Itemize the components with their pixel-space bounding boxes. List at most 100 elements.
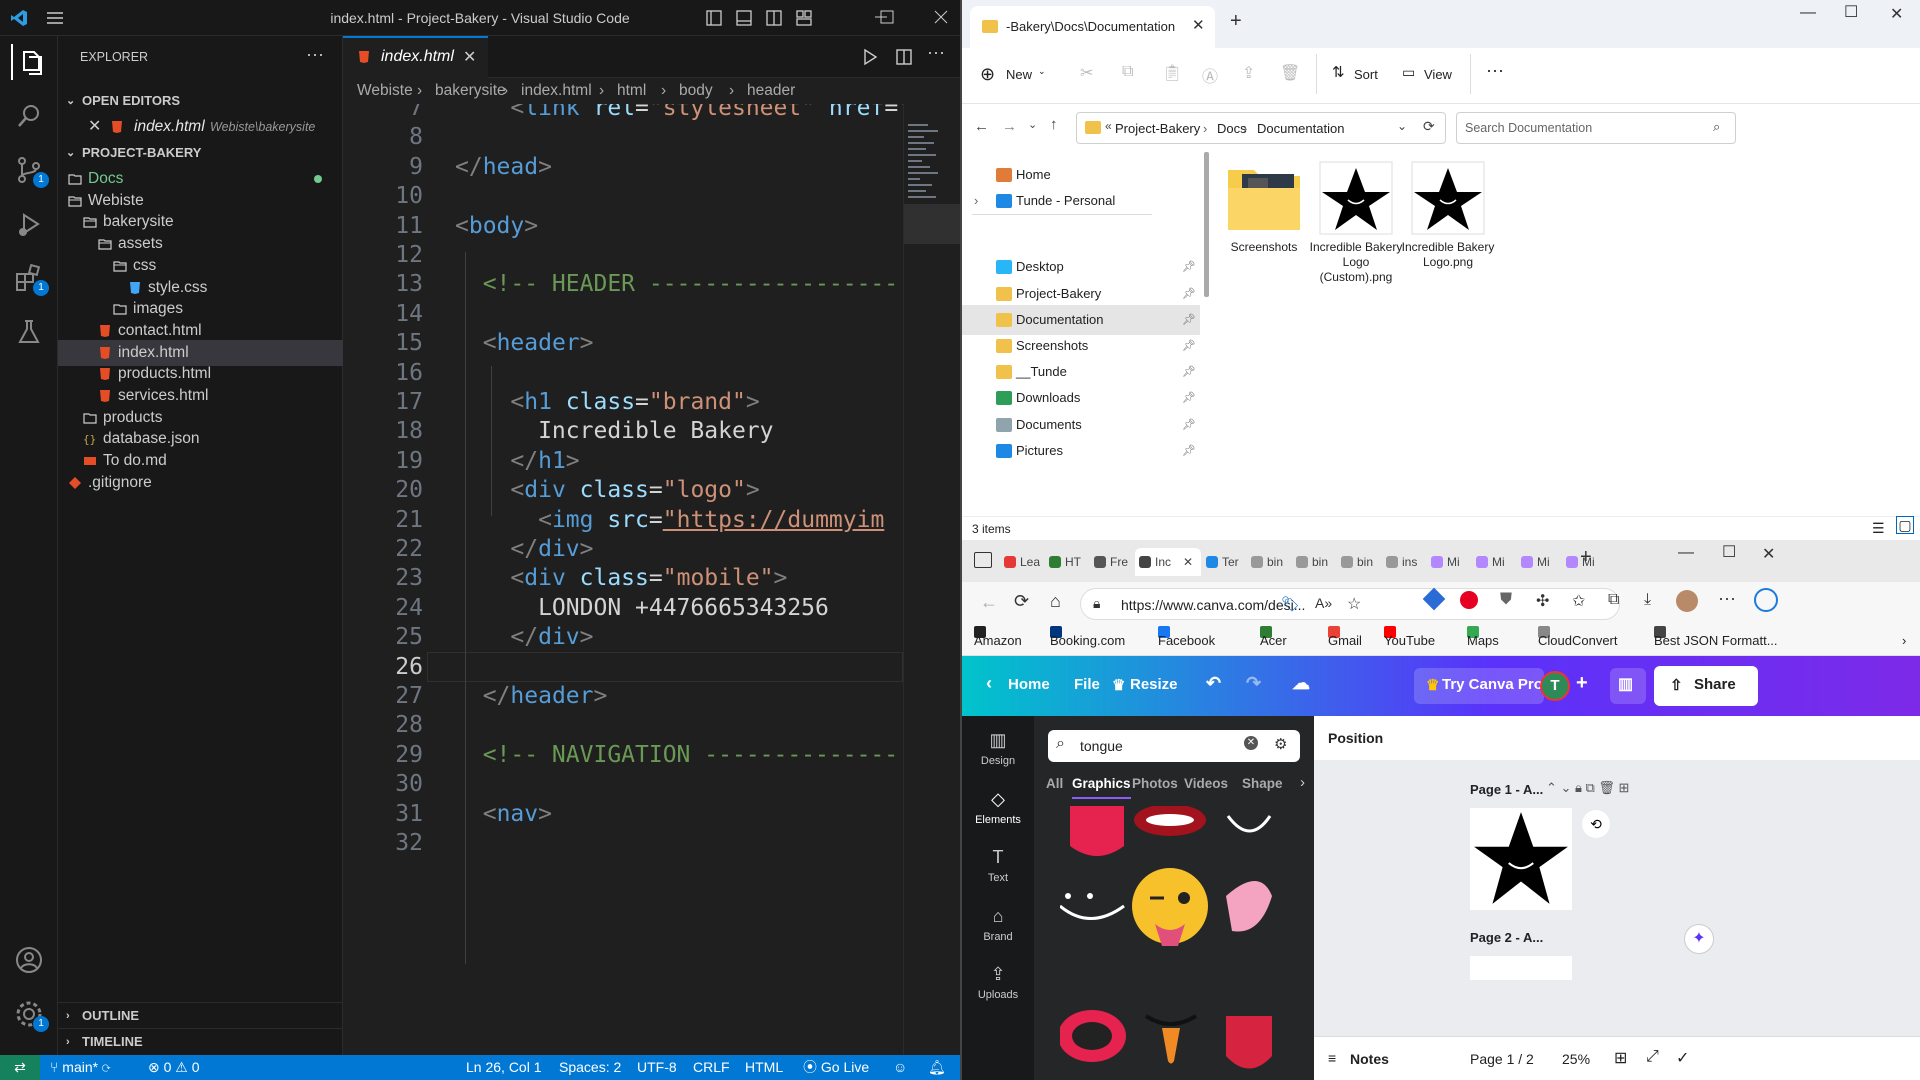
settings-more-icon[interactable]: ··· <box>1718 588 1736 609</box>
breadcrumb-item[interactable]: header <box>747 78 795 104</box>
redo-icon[interactable]: ↷ <box>1246 673 1261 694</box>
source-control-icon[interactable]: 1 <box>11 152 49 188</box>
rail-brand[interactable]: ⌂ Brand <box>962 906 1034 943</box>
feedback-icon[interactable]: ☺ <box>893 1055 907 1080</box>
active-tab[interactable]: Inc ✕ <box>1135 548 1201 576</box>
back-chevron-icon[interactable]: ‹ <box>986 673 992 694</box>
zoom-level[interactable]: 25% <box>1562 1051 1590 1067</box>
read-aloud-icon[interactable]: A» <box>1315 595 1332 611</box>
outline-section[interactable]: › OUTLINE <box>58 1002 343 1028</box>
back-icon[interactable]: ← <box>974 118 989 135</box>
browser-tab[interactable]: Mi <box>1427 548 1471 576</box>
copilot-icon[interactable] <box>1754 588 1778 612</box>
close-tab-icon[interactable]: ✕ <box>1192 16 1205 34</box>
view-button[interactable]: View <box>1424 67 1452 82</box>
close-button[interactable] <box>934 10 948 24</box>
file-menu[interactable]: File <box>1074 676 1100 693</box>
cursor-position[interactable]: Ln 26, Col 1 <box>466 1055 542 1080</box>
cut-icon[interactable]: ✂ <box>1080 63 1093 83</box>
share-icon[interactable]: ⇪ <box>1242 63 1255 83</box>
eol-status[interactable]: CRLF <box>693 1055 730 1080</box>
search-icon[interactable] <box>11 98 47 134</box>
breadcrumb-item[interactable]: bakerysite <box>435 78 506 104</box>
maximize-button[interactable] <box>880 10 894 24</box>
rail-uploads[interactable]: ⇪ Uploads <box>962 964 1034 1001</box>
shield-icon[interactable]: ⛊ <box>1500 591 1512 609</box>
browser-tab[interactable]: Lea <box>1000 548 1044 576</box>
extensions-icon[interactable]: 1 <box>11 260 49 296</box>
cloud-save-icon[interactable]: ☁ <box>1292 673 1310 694</box>
remote-icon[interactable]: ⇄ <box>0 1055 40 1080</box>
path-segment[interactable]: Documentation <box>1257 121 1344 136</box>
favorite-star-icon[interactable]: ☆ <box>1347 594 1361 614</box>
address-dropdown-icon[interactable]: ⌄ <box>1397 119 1407 133</box>
minimap[interactable] <box>903 104 961 1055</box>
notifications-icon[interactable]: 🔔︎ <box>928 1055 946 1080</box>
open-editors-section[interactable]: ⌄ OPEN EDITORS <box>58 88 343 114</box>
shopping-tag-icon[interactable]: 🏷︎ <box>1281 595 1300 613</box>
sort-button[interactable]: Sort <box>1354 67 1378 82</box>
clear-search-icon[interactable]: ✕ <box>1244 736 1258 750</box>
pinterest-icon[interactable] <box>1460 591 1478 609</box>
notes-button[interactable]: Notes <box>1350 1051 1389 1067</box>
favorites-overflow-icon[interactable]: › <box>1902 626 1906 656</box>
minimize-button[interactable]: — <box>1800 4 1816 22</box>
browser-tab[interactable]: Mi <box>1472 548 1516 576</box>
language-status[interactable]: HTML <box>745 1055 783 1080</box>
extensions-puzzle-icon[interactable]: ✣ <box>1536 591 1549 611</box>
editor-more-icon[interactable]: ··· <box>927 42 945 63</box>
run-icon[interactable] <box>861 48 879 66</box>
browser-tab[interactable]: HT <box>1045 548 1089 576</box>
tab-index-html[interactable]: index.html ✕ <box>343 36 488 78</box>
grid-view-icon[interactable]: ⊞ <box>1614 1048 1627 1068</box>
problems-status[interactable]: ⊗ 0 ⚠ 0 <box>148 1055 200 1080</box>
rotate-icon[interactable]: ⟲ <box>1582 810 1610 838</box>
close-button[interactable]: ✕ <box>1762 544 1775 564</box>
close-editor-icon[interactable]: ✕ <box>88 114 101 140</box>
browser-tab[interactable]: bin <box>1292 548 1336 576</box>
tiles-view-icon[interactable]: ▢ <box>1896 516 1914 534</box>
browser-tab[interactable]: Fre <box>1090 548 1134 576</box>
explorer-tab[interactable]: -Bakery\Docs\Documentation ✕ <box>970 6 1215 48</box>
back-icon[interactable]: ← <box>980 592 998 613</box>
encoding-status[interactable]: UTF-8 <box>637 1055 677 1080</box>
nav-item[interactable]: Pictures 📌︎ <box>962 436 1200 466</box>
copy-icon[interactable]: ⧉ <box>1122 63 1133 81</box>
delete-icon[interactable]: 🗑︎ <box>1280 63 1300 83</box>
add-collaborator-icon[interactable]: + <box>1576 672 1588 695</box>
browser-tab[interactable]: ins <box>1382 548 1426 576</box>
forward-icon[interactable]: → <box>1002 118 1017 135</box>
tree-item[interactable]: .gitignore <box>58 470 343 496</box>
workspaces-icon[interactable] <box>974 552 992 568</box>
fullscreen-icon[interactable]: ⤢ <box>1646 1048 1659 1066</box>
new-plus-icon[interactable]: ⊕ <box>980 64 995 85</box>
go-live-button[interactable]: ⦿ Go Live <box>803 1055 869 1080</box>
close-tab-icon[interactable]: ✕ <box>463 47 476 67</box>
breadcrumb-item[interactable]: index.html <box>521 78 592 104</box>
new-tab-icon[interactable]: + <box>1580 546 1592 569</box>
home-button[interactable]: Home <box>1008 676 1050 693</box>
page-2-canvas[interactable] <box>1470 956 1572 980</box>
explorer-search[interactable]: Search Documentation ⌕ <box>1456 112 1736 144</box>
downloads-icon[interactable]: ⤓ <box>1644 591 1651 609</box>
details-view-icon[interactable]: ☰ <box>1872 516 1885 540</box>
position-button[interactable]: Position <box>1328 730 1383 746</box>
resize-button[interactable]: Resize <box>1130 676 1178 693</box>
close-button[interactable]: ✕ <box>1890 4 1903 24</box>
branch-status[interactable]: ⑂ main* ⟳ <box>50 1055 110 1080</box>
file-item[interactable]: Incredible Bakery Logo.png <box>1400 160 1496 270</box>
undo-icon[interactable]: ↶ <box>1206 673 1221 694</box>
rail-text[interactable]: T Text <box>962 847 1034 884</box>
new-tab-icon[interactable]: + <box>1230 10 1242 33</box>
path-segment[interactable]: Project-Bakery <box>1115 121 1200 136</box>
project-section[interactable]: ⌄ PROJECT-BAKERY <box>58 140 343 166</box>
collections-icon[interactable]: ⧉ <box>1608 591 1619 609</box>
timeline-section[interactable]: › TIMELINE <box>58 1028 343 1054</box>
help-icon[interactable]: ✓ <box>1676 1048 1689 1068</box>
favorites-icon[interactable]: ✩ <box>1572 591 1585 611</box>
address-bar[interactable]: « Project-Bakery › Docs › Documentation ⌄ ⟳ <box>1076 112 1446 144</box>
up-icon[interactable]: ↑ <box>1050 116 1058 133</box>
more-actions-icon[interactable]: ··· <box>306 44 324 65</box>
nav-item[interactable]: Tunde - Personal › <box>962 186 1200 216</box>
close-tab-icon[interactable]: ✕ <box>1183 548 1193 576</box>
